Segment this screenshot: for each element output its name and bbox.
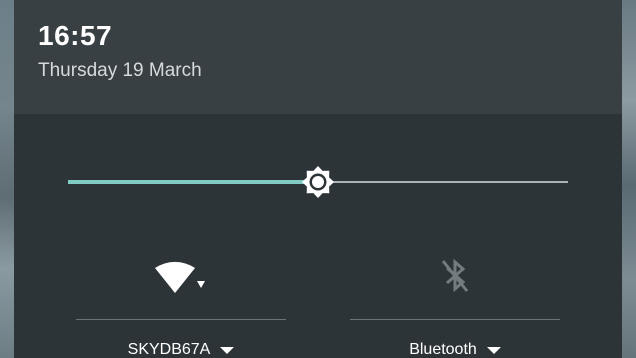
brightness-thumb[interactable] (302, 166, 334, 198)
wifi-icon[interactable] (151, 256, 211, 301)
caret-down-icon (486, 346, 501, 354)
caret-down-icon (220, 346, 235, 354)
quick-settings-panel: 16:57 Thursday 19 March SKYDB67A Bluetoo… (14, 0, 622, 358)
wifi-network-label: SKYDB67A (127, 341, 211, 358)
clock-time: 16:57 (38, 20, 113, 51)
brightness-icon (302, 166, 334, 198)
bluetooth-tile[interactable]: Bluetooth (350, 250, 560, 358)
bluetooth-label: Bluetooth (409, 341, 477, 358)
status-header: 16:57 Thursday 19 March (14, 0, 622, 114)
brightness-fill (68, 180, 318, 184)
clock-date[interactable]: Thursday 19 March (38, 60, 202, 82)
notification-shade: 16:57 Thursday 19 March SKYDB67A Bluetoo… (0, 0, 636, 358)
brightness-slider[interactable] (68, 166, 568, 198)
wallpaper-right (622, 0, 636, 358)
bluetooth-dropdown[interactable]: Bluetooth (350, 341, 560, 358)
wifi-divider (76, 319, 286, 320)
wifi-dropdown[interactable]: SKYDB67A (76, 341, 286, 358)
bluetooth-divider (350, 319, 560, 320)
bluetooth-disabled-icon[interactable] (435, 256, 475, 301)
wifi-tile[interactable]: SKYDB67A (76, 250, 286, 358)
wallpaper-left (0, 0, 14, 358)
quick-settings: SKYDB67A Bluetooth (14, 114, 622, 358)
